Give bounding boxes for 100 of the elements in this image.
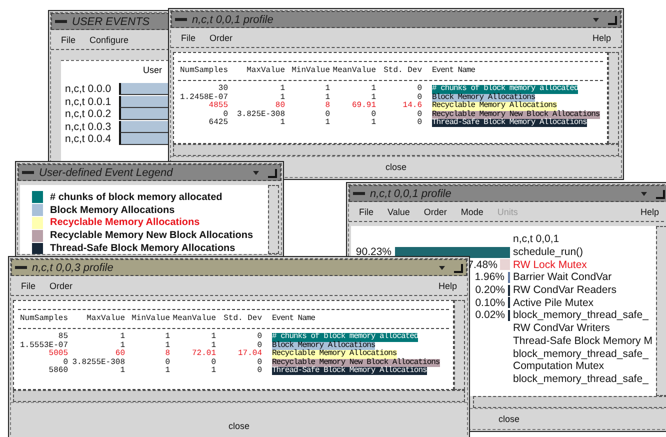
percent-label: 0.20%	[475, 284, 505, 296]
menu-item[interactable]: Help	[640, 207, 659, 217]
event-name: Thread-Safe Block Memory Allocations	[432, 119, 587, 128]
table-cell-text: 1	[324, 85, 330, 94]
legend-label: # chunks of block memory allocated	[50, 192, 222, 203]
table-cell-text: 1	[119, 333, 125, 342]
table-cell-text: 1	[324, 94, 330, 102]
table-cell-text: 6425	[208, 119, 228, 128]
function-name: RW Lock Mutex	[513, 258, 588, 271]
column-header: MeanValue	[172, 315, 216, 324]
function-name: block_memory_thread_safe_	[513, 309, 650, 322]
table-cell-text: 0	[256, 358, 262, 367]
column-header: MaxValue	[246, 67, 285, 76]
table-cell-text: 1	[164, 342, 170, 350]
scrollbar[interactable]	[173, 144, 619, 156]
menu-item[interactable]: Order	[424, 207, 447, 217]
table-cell-text: 0	[416, 119, 422, 128]
column-header: Event Name	[432, 67, 476, 76]
table-cell-text: 0	[370, 110, 376, 119]
menu-item[interactable]: Help	[592, 33, 611, 43]
scrollbar[interactable]	[13, 390, 465, 402]
table-cell-text: 1.2458E-07	[178, 94, 228, 102]
menu-item[interactable]: Mode	[460, 207, 484, 217]
event-name: Recyclable Memory Allocations	[272, 350, 397, 359]
table-cell-text: 5860	[48, 367, 68, 376]
table-cell-text: 0	[324, 110, 330, 119]
table-cell-text: 17.04	[236, 350, 262, 358]
window-title: USER EVENTS	[72, 16, 150, 28]
function-name: RW CondVar Writers	[513, 322, 611, 334]
menu-item[interactable]: File	[181, 33, 196, 43]
menu-item[interactable]: Configure	[90, 35, 129, 45]
window-title: n,c,t 0,0,1 profile	[370, 188, 452, 200]
scrollbar[interactable]	[268, 185, 279, 254]
menu-item[interactable]: File	[61, 35, 76, 45]
scrollbar[interactable]	[454, 300, 465, 390]
scrollbar[interactable]	[608, 52, 619, 144]
row-label: n,c,t 0.0.1	[65, 96, 112, 108]
legend-label: Thread-Safe Block Memory Allocations	[50, 243, 236, 254]
table-cell-text: 1	[280, 94, 285, 102]
panel-header: User	[143, 65, 162, 75]
function-name: Thread-Safe Block Memory M	[513, 334, 654, 347]
table-cell-text: 1	[120, 342, 125, 350]
scrollbar[interactable]	[473, 396, 666, 408]
percent-label: 7.48%	[468, 258, 498, 271]
maximize-icon[interactable]	[606, 14, 618, 26]
menu-item[interactable]: Order	[210, 33, 233, 43]
function-name: Active Pile Mutex	[513, 296, 595, 309]
scrollbar[interactable]	[656, 226, 666, 396]
percent-label: 90.23%	[356, 246, 392, 258]
table-cell-text: 1	[211, 342, 216, 350]
table-cell-text: 0	[256, 367, 262, 376]
table-cell-text: 80	[274, 102, 285, 110]
column-header: Std. Dev	[382, 67, 422, 76]
table-cell-text: 85	[57, 333, 68, 342]
menu-item[interactable]: File	[359, 207, 374, 217]
function-name: RW CondVar Readers	[513, 284, 618, 296]
menu-item[interactable]: Order	[50, 281, 73, 291]
table-cell-text: 0	[210, 358, 216, 367]
table-cell-text: 1	[371, 94, 376, 102]
event-name: Recyclable Memory New Block Allocations	[432, 110, 600, 120]
column-header: Std. Dev	[222, 315, 262, 324]
column-header: NumSamples	[18, 315, 68, 324]
table-cell-text: 1	[324, 119, 330, 128]
table-cell-text: 1	[370, 119, 376, 128]
legend-label: Recyclable Memory Allocations	[50, 217, 200, 228]
maximize-icon[interactable]	[452, 262, 464, 274]
row-label: n,c,t 0.0.0	[65, 83, 112, 96]
percent-label: 0.10%	[475, 296, 505, 309]
table-cell-text: 1	[119, 367, 125, 376]
column-header: MeanValue	[332, 67, 376, 76]
table-cell-text: 8	[164, 350, 170, 358]
column-header: MinValue	[290, 67, 330, 76]
table-cell-text: 1	[279, 119, 285, 128]
maximize-icon[interactable]	[266, 166, 278, 178]
legend-label: Block Memory Allocations	[50, 204, 175, 216]
row-label: n,c,t 0.0.2	[65, 108, 112, 120]
legend-label: Recyclable Memory New Block Allocations	[50, 230, 254, 242]
menu-item[interactable]: File	[21, 281, 36, 291]
table-cell-text: 1	[164, 333, 170, 342]
table-cell-text: 1	[164, 367, 170, 376]
table-cell-text: 1	[370, 85, 376, 94]
event-name: Thread-Safe Block Memory Allocations	[272, 367, 427, 376]
column-header: Event Name	[272, 315, 316, 324]
table-cell-text: 0	[417, 94, 422, 102]
menu-item[interactable]: Value	[388, 207, 410, 217]
maximize-icon[interactable]	[654, 188, 666, 200]
table-cell-text: 1	[210, 367, 216, 376]
menu-item[interactable]: Help	[438, 281, 457, 291]
event-name: Recyclable Memory New Block Allocations	[272, 358, 440, 368]
column-header: MaxValue	[86, 315, 125, 324]
table-cell-text: 69.91	[350, 102, 376, 110]
window-title: n,c,t 0,0,3 profile	[32, 262, 114, 274]
table-cell-text: 0	[416, 85, 422, 94]
table-cell-text: 0	[223, 110, 228, 119]
table-cell-text: 8	[324, 102, 330, 110]
event-name: Recyclable Memory Allocations	[432, 102, 557, 111]
table-cell-text: 5005	[48, 350, 68, 358]
table-cell-text: 0	[256, 333, 262, 342]
percent-label: 0.02%	[475, 309, 505, 322]
table-cell-text: 0	[63, 358, 68, 367]
